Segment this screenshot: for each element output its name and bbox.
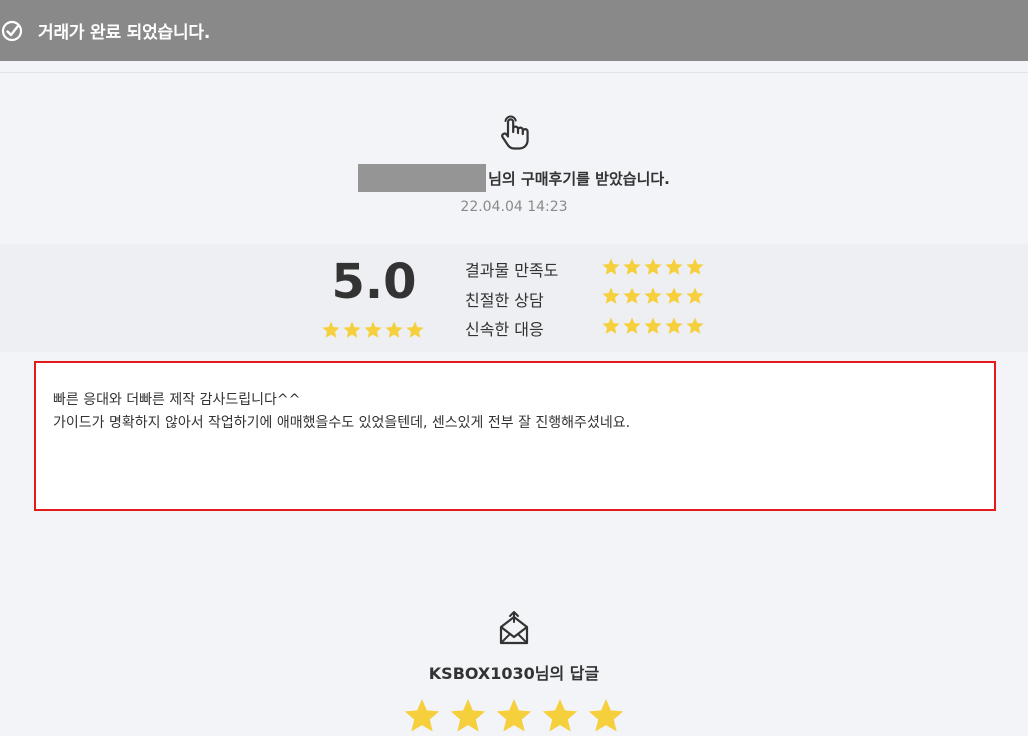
reply-star-rating [402, 696, 626, 736]
star-icon [588, 699, 624, 732]
star-icon [406, 321, 424, 338]
category-stars-response [601, 316, 705, 336]
category-label-response: 신속한 대응 [465, 320, 544, 339]
category-stars-consultation [601, 286, 705, 306]
star-icon [496, 699, 532, 732]
check-circle-icon [1, 20, 23, 41]
star-icon [686, 317, 704, 334]
star-icon [322, 321, 340, 338]
review-header-text: 님의 구매후기를 받았습니다. [488, 169, 670, 188]
reply-title: KSBOX1030님의 답글 [428, 664, 600, 683]
star-icon [665, 258, 683, 275]
hand-pointer-icon [501, 115, 529, 150]
star-icon [602, 317, 620, 334]
star-icon [343, 321, 361, 338]
star-icon [686, 258, 704, 275]
banner-title: 거래가 완료 되었습니다. [38, 23, 211, 43]
star-icon [542, 699, 578, 732]
star-icon [644, 287, 662, 304]
star-icon [644, 317, 662, 334]
divider [0, 72, 1028, 73]
masked-username [358, 164, 487, 192]
star-icon [623, 258, 641, 275]
star-icon [602, 258, 620, 275]
review-comment-box: 빠른 응대와 더빠른 제작 감사드립니다^^ 가이드가 명확하지 않아서 작업하… [34, 361, 996, 511]
star-icon [602, 287, 620, 304]
comment-line: 가이드가 명확하지 않아서 작업하기에 애매했을수도 있었을텐데, 센스있게 전… [53, 415, 631, 431]
completion-banner: 거래가 완료 되었습니다. [0, 0, 1028, 61]
overall-star-rating [321, 320, 425, 342]
category-stars-satisfaction [601, 257, 705, 277]
star-icon [665, 317, 683, 334]
star-icon [450, 699, 486, 732]
star-icon [364, 321, 382, 338]
star-icon [686, 287, 704, 304]
comment-line: 빠른 응대와 더빠른 제작 감사드립니다^^ [53, 392, 301, 408]
star-icon [623, 317, 641, 334]
category-label-satisfaction: 결과물 만족도 [465, 261, 559, 280]
category-label-consultation: 친절한 상담 [465, 291, 544, 310]
review-header: 님의 구매후기를 받았습니다. [0, 163, 1028, 193]
overall-score: 5.0 [331, 254, 417, 310]
envelope-icon [499, 611, 529, 645]
review-date: 22.04.04 14:23 [460, 199, 568, 215]
star-icon [404, 699, 440, 732]
star-icon [385, 321, 403, 338]
star-icon [644, 258, 662, 275]
star-icon [623, 287, 641, 304]
star-icon [665, 287, 683, 304]
